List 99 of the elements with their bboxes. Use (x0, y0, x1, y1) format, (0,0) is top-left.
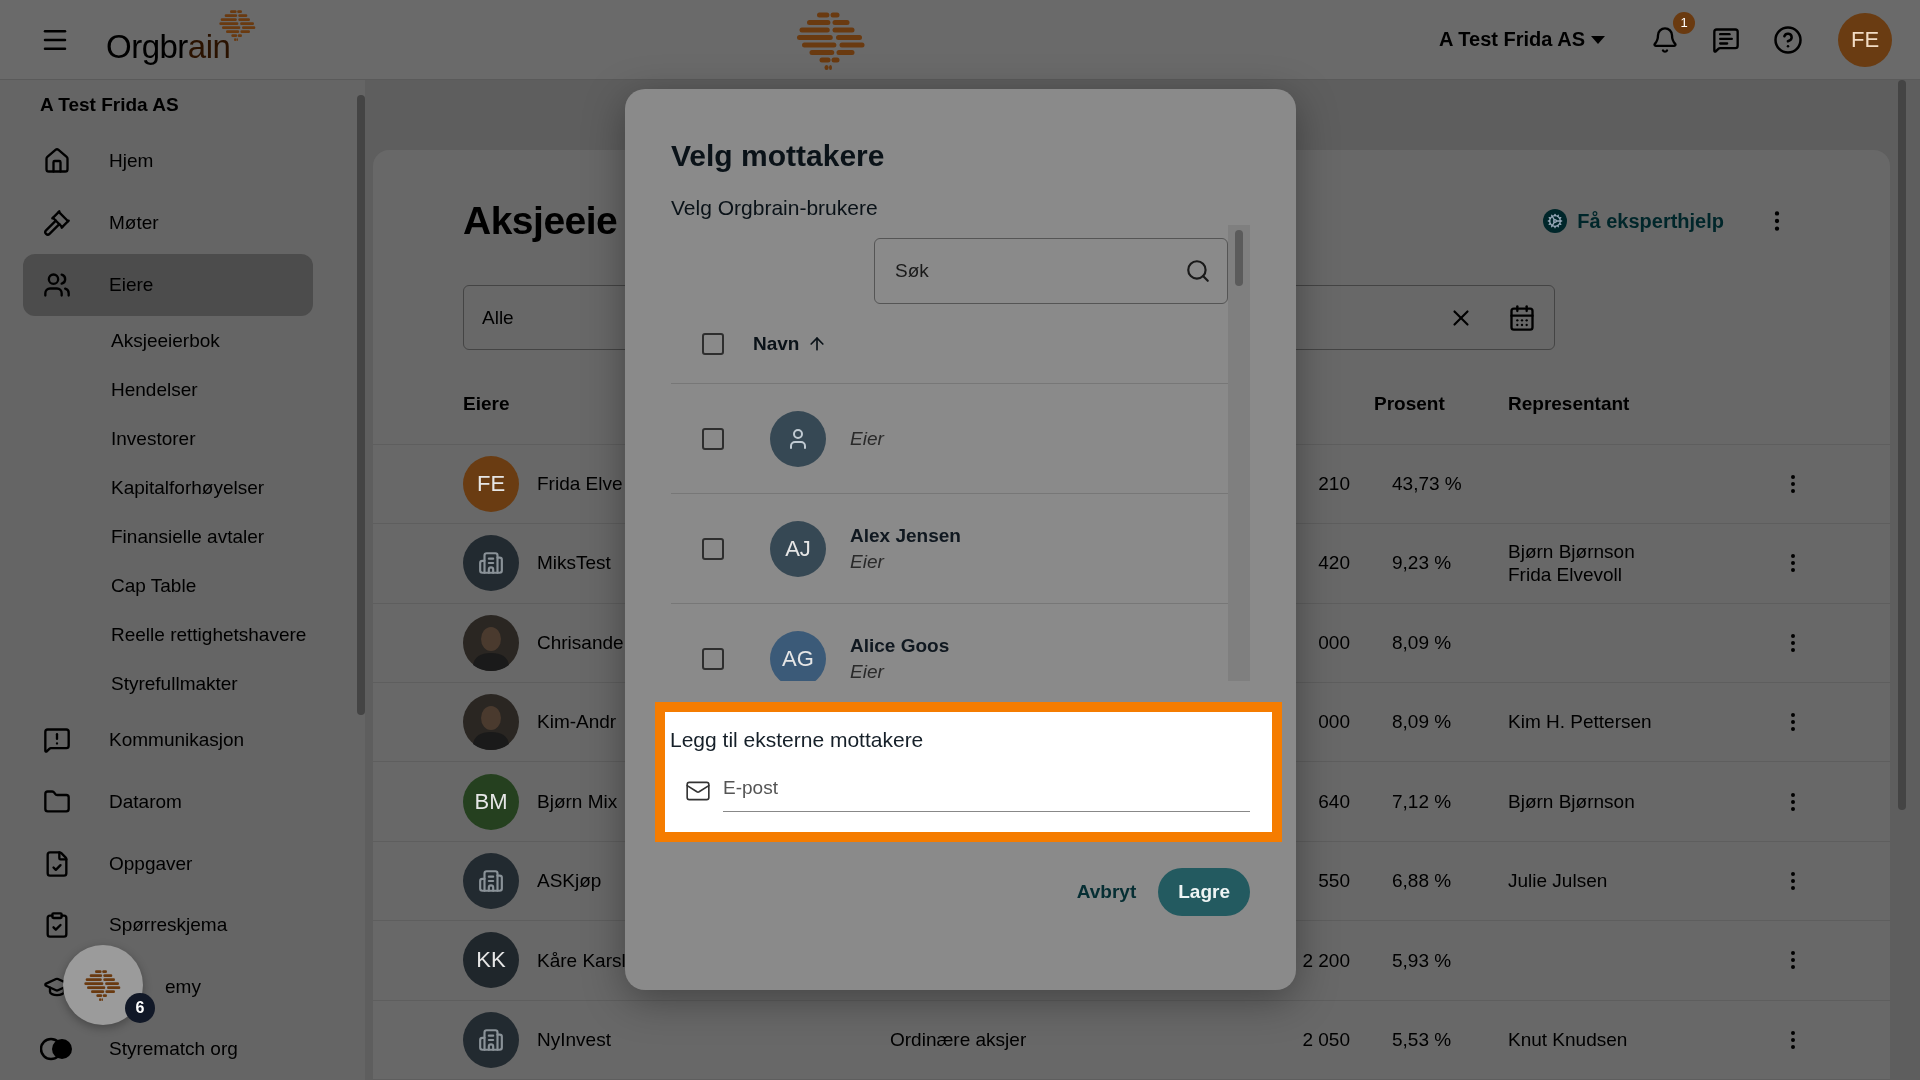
organization-name: A Test Frida AS (39, 93, 180, 117)
email-field[interactable]: E-post (723, 770, 1250, 812)
nav-subitem[interactable]: Kapitalforhøyelser (0, 463, 357, 513)
percent-cell-text: 8,09 % (1391, 710, 1453, 735)
user-role: Eier (850, 550, 886, 573)
table-cell-text: 2 050 (1301, 1027, 1350, 1052)
search-input[interactable]: Søk (893, 259, 1185, 283)
caret-icon (1591, 35, 1605, 44)
user-role: Eier (850, 660, 886, 681)
avatar: KK (463, 932, 519, 989)
email-input[interactable]: E-post (723, 773, 1246, 802)
checkbox[interactable] (702, 427, 724, 450)
nav-item[interactable]: emy (157, 967, 209, 1008)
nav-item[interactable]: Spørreskjema (23, 894, 313, 957)
avatar: BM (463, 773, 519, 830)
owner-name: ASKjøp (537, 869, 602, 893)
checkbox[interactable] (702, 332, 724, 355)
table-cell-text: 420 (1317, 551, 1350, 576)
column-header[interactable]: Prosent (1374, 393, 1508, 416)
logo-icon (83, 969, 123, 1001)
cancel-button[interactable]: Avbryt (1076, 868, 1137, 916)
nav-item[interactable]: Møter (23, 192, 313, 255)
checkbox[interactable] (702, 647, 724, 670)
owner-name: Frida Elve (537, 472, 623, 496)
nav-item[interactable]: Oppgaver (23, 832, 313, 895)
percent-cell-text: 9,23 % (1391, 551, 1453, 576)
folder-icon (43, 787, 71, 816)
representative-name: Knut Knudsen (1508, 1027, 1629, 1052)
company-avatar (463, 853, 519, 909)
representative-name: Frida Elvevoll (1508, 563, 1624, 588)
avatar: AG (770, 630, 826, 681)
expert-help-link[interactable]: Få eksperthjelp (1543, 209, 1724, 234)
percent-cell-text: 7,12 % (1391, 789, 1453, 814)
owner-name: Kim-Andr (537, 710, 617, 735)
percent-cell-text: 43,73 % (1391, 472, 1463, 496)
table-cell-text: 640 (1317, 789, 1350, 814)
name-sort-header[interactable]: Navn (753, 332, 828, 355)
section-title: Velg Orgbrain-brukere (671, 196, 879, 220)
gavel-icon (43, 209, 71, 238)
scrollbar[interactable] (1228, 225, 1250, 681)
toggle-circles-icon (40, 1037, 74, 1062)
notifications-button[interactable] (1651, 25, 1679, 54)
nav-subitem[interactable]: Aksjeeierbok (0, 315, 357, 366)
representative-name: Kim H. Pettersen (1508, 710, 1653, 735)
company-selector[interactable]: A Test Frida AS (1433, 27, 1611, 52)
user-avatar[interactable]: FE (1838, 12, 1892, 67)
percent-cell-text: 5,93 % (1391, 948, 1453, 973)
owner-name: Bjørn Mix (537, 789, 618, 814)
table-cell-text: 000 (1317, 630, 1350, 655)
percent-cell-text: 6,88 % (1391, 869, 1453, 893)
nav-item[interactable]: Datarom (23, 770, 313, 833)
nav-item[interactable]: Kommunikasjon (23, 708, 313, 771)
representative-name: Julie Julsen (1508, 869, 1609, 893)
user-name: Alice Goos (850, 634, 950, 657)
table-cell-text: Ordinære aksjer (890, 1027, 1028, 1052)
section-title: Legg til eksterne mottakere (670, 728, 925, 752)
logo-text: Orgbrain (106, 28, 231, 65)
table-cell-text: 2 200 (1301, 948, 1350, 973)
owner-name: Kåre Karsl (537, 948, 626, 973)
nav-subitem[interactable]: Styrefullmakter (0, 659, 357, 709)
percent-cell-text: 5,53 % (1391, 1027, 1453, 1052)
message-alert-icon (43, 725, 71, 754)
gear-icon (1547, 213, 1564, 230)
nav-subitem[interactable]: Reelle rettighetshavere (0, 610, 357, 660)
search-field[interactable]: Søk (874, 238, 1228, 304)
page-title: Aksjeeie (463, 199, 618, 244)
people-icon (43, 271, 71, 300)
owner-name: Chrisande (537, 630, 624, 655)
notification-badge: 1 (1673, 11, 1695, 34)
checkbox[interactable] (702, 537, 724, 560)
avatar: FE (463, 455, 519, 512)
representative-name: Bjørn Bjørnson (1508, 539, 1636, 564)
home-icon (43, 147, 71, 176)
table-cell-text: 550 (1317, 869, 1350, 893)
scrollbar[interactable] (1898, 80, 1906, 810)
column-header[interactable]: Representant (1508, 393, 1773, 416)
nav-subitem[interactable]: Cap Table (0, 561, 357, 611)
calendar-icon[interactable] (1508, 303, 1536, 332)
representative-name: Bjørn Bjørnson (1508, 789, 1636, 814)
nav-subitem[interactable]: Finansielle avtaler (0, 512, 357, 562)
avatar: AJ (770, 520, 826, 577)
percent-cell-text: 8,09 % (1391, 630, 1453, 655)
table-cell-text: 210 (1317, 472, 1350, 496)
nav-subitem[interactable]: Investorer (0, 414, 357, 464)
help-button[interactable] (1773, 24, 1803, 55)
nav-item[interactable]: Eiere (23, 254, 313, 316)
user-name: Alex Jensen (850, 524, 961, 547)
save-button[interactable]: Lagre (1158, 868, 1250, 916)
owner-name: NyInvest (537, 1027, 611, 1052)
chat-button[interactable] (1712, 25, 1740, 54)
table-cell-text: 000 (1317, 710, 1350, 735)
nav-item[interactable]: Hjem (23, 130, 313, 193)
scrollbar[interactable] (357, 95, 365, 715)
nav-subitem[interactable]: Hendelser (0, 365, 357, 415)
search-icon (1185, 258, 1211, 284)
dialog-title: Velg mottakere (671, 138, 886, 174)
column-header[interactable]: Eiere (463, 393, 625, 416)
owner-name: MiksTest (537, 551, 611, 576)
user-role: Eier (850, 427, 884, 450)
